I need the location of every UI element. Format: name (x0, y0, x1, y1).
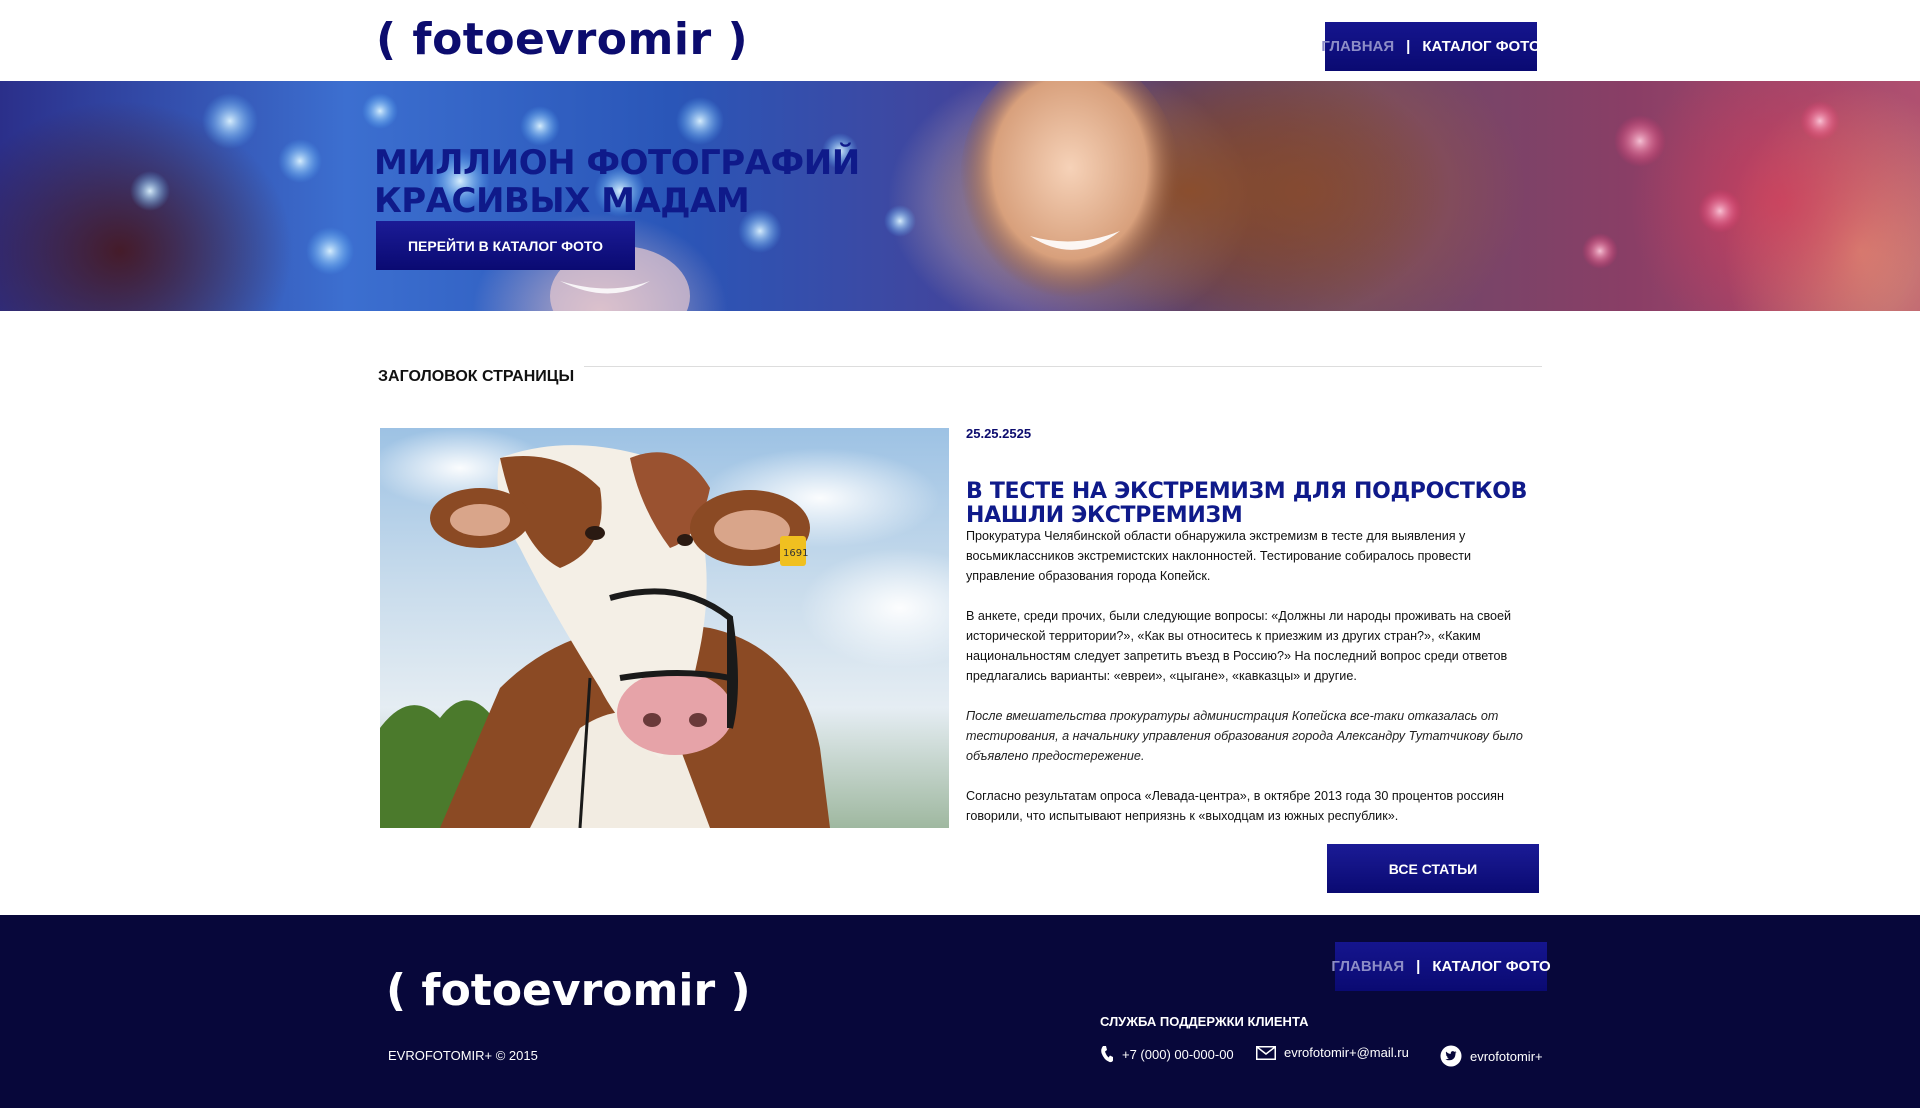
hero-title-line-1: МИЛЛИОН ФОТОГРАФИЙ (374, 142, 860, 183)
phone-icon (1101, 1046, 1113, 1063)
article-title-line-1: В ТЕСТЕ НА ЭКСТРЕМИЗМ ДЛЯ ПОДРОСТКОВ (966, 479, 1528, 504)
hero-party-photo (130, 81, 1840, 311)
top-nav: ГЛАВНАЯ | КАТАЛОГ ФОТО (1321, 22, 1541, 71)
hero-banner: МИЛЛИОН ФОТОГРАФИЙ КРАСИВЫХ МАДАМ ПЕРЕЙТ… (0, 81, 1920, 311)
twitter-handle: evrofotomir+ (1470, 1048, 1543, 1064)
title-divider (584, 366, 1542, 367)
page-title: ЗАГОЛОВОК СТРАНИЦЫ (378, 368, 575, 386)
footer-nav-link-catalog[interactable]: КАТАЛОГ ФОТО (1432, 958, 1550, 975)
envelope-icon (1256, 1045, 1276, 1060)
ear-tag-number: 1691 (783, 548, 808, 559)
nav-link-catalog[interactable]: КАТАЛОГ ФОТО (1422, 38, 1540, 55)
contact-twitter[interactable]: evrofotomir+ (1440, 1045, 1543, 1067)
article-body: Прокуратура Челябинской области обнаружи… (966, 526, 1540, 846)
contact-email[interactable]: evrofotomir+@mail.ru (1256, 1045, 1409, 1060)
go-to-catalog-button[interactable]: ПЕРЕЙТИ В КАТАЛОГ ФОТО (376, 221, 635, 270)
article-title[interactable]: В ТЕСТЕ НА ЭКСТРЕМИЗМ ДЛЯ ПОДРОСТКОВ НАШ… (966, 479, 1528, 528)
site-header: ( fotoevromir ) ГЛАВНАЯ | КАТАЛОГ ФОТО (0, 0, 1920, 81)
phone-number: +7 (000) 00-000-00 (1122, 1046, 1234, 1062)
footer-nav-link-home[interactable]: ГЛАВНАЯ (1331, 958, 1404, 975)
article-paragraph: Согласно результатам опроса «Левада-цент… (966, 789, 1504, 823)
article-date: 25.25.2525 (966, 426, 1032, 441)
support-title: СЛУЖБА ПОДДЕРЖКИ КЛИЕНТА (1100, 1014, 1309, 1029)
copyright: EVROFOTOMIR+ © 2015 (388, 1048, 538, 1063)
footer-nav: ГЛАВНАЯ | КАТАЛОГ ФОТО (1331, 942, 1551, 991)
nav-link-home[interactable]: ГЛАВНАЯ (1321, 38, 1394, 55)
email-address: evrofotomir+@mail.ru (1284, 1045, 1409, 1060)
site-logo[interactable]: ( fotoevromir ) (376, 14, 748, 65)
nav-separator: | (1406, 38, 1411, 55)
article-paragraph: Прокуратура Челябинской области обнаружи… (966, 529, 1472, 583)
all-articles-button[interactable]: ВСЕ СТАТЬИ (1327, 844, 1539, 893)
contact-phone[interactable]: +7 (000) 00-000-00 (1100, 1045, 1234, 1063)
article-image-cow[interactable]: 1691 (380, 428, 949, 828)
hero-title-line-2: КРАСИВЫХ МАДАМ (374, 180, 750, 221)
article-paragraph-italic: После вмешательства прокуратуры админист… (966, 709, 1523, 763)
article-paragraph: В анкете, среди прочих, были следующие в… (966, 609, 1512, 683)
twitter-bird-icon (1440, 1045, 1462, 1067)
hero-title: МИЛЛИОН ФОТОГРАФИЙ КРАСИВЫХ МАДАМ (374, 144, 894, 220)
article-title-line-2: НАШЛИ ЭКСТРЕМИЗМ (966, 503, 1243, 528)
footer-nav-separator: | (1416, 958, 1421, 975)
footer-logo[interactable]: ( fotoevromir ) (386, 965, 751, 1016)
site-footer: ГЛАВНАЯ | КАТАЛОГ ФОТО ( fotoevromir ) E… (0, 915, 1920, 1108)
